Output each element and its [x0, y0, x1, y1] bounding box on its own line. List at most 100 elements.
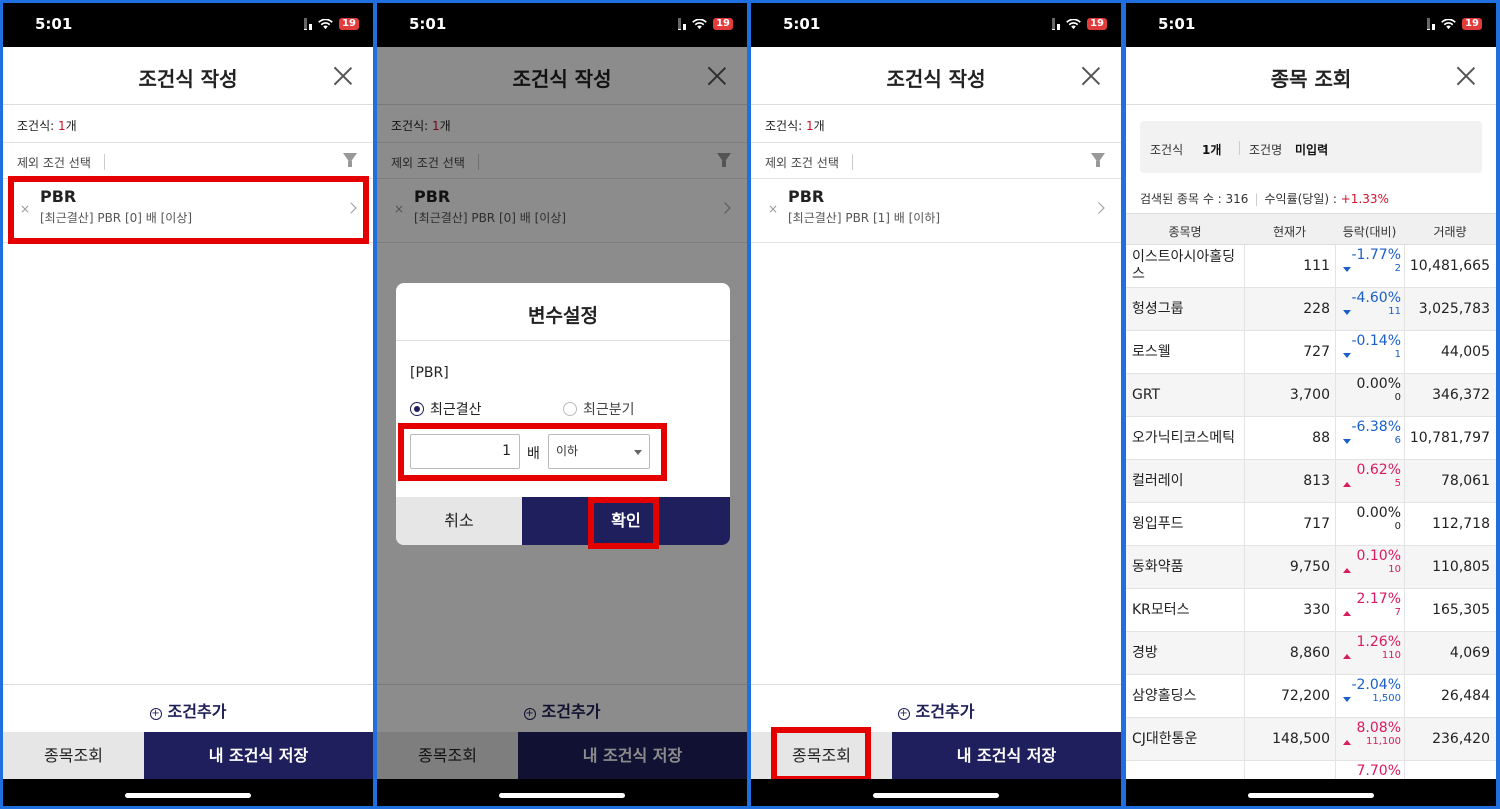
- close-icon[interactable]: [1456, 66, 1476, 86]
- condition-count: 조건식: 1개: [765, 117, 825, 134]
- table-row[interactable]: KR모터스 330 2.17% 7 165,305: [1126, 589, 1496, 632]
- stock-name: 이스트아시아홀딩스: [1132, 249, 1236, 282]
- remove-condition-icon[interactable]: ×: [768, 202, 778, 216]
- table-row[interactable]: 오가닉티코스메틱 88 -6.38% 6 10,781,797: [1126, 417, 1496, 460]
- home-indicator: [1126, 779, 1496, 806]
- column-header-change[interactable]: 등락(대비): [1335, 223, 1404, 240]
- stock-change: 0.10% 10: [1335, 548, 1401, 575]
- change-percent: 1.26%: [1356, 634, 1401, 650]
- table-row[interactable]: 동화약품 9,750 0.10% 10 110,805: [1126, 546, 1496, 589]
- signal-icon: [304, 18, 313, 30]
- column-header-name[interactable]: 종목명: [1126, 223, 1244, 240]
- stock-name: 경방: [1132, 645, 1158, 661]
- change-percent: 8.08%: [1356, 720, 1401, 736]
- status-bar: 5:01 19: [1126, 3, 1496, 47]
- chevron-right-icon: [1093, 202, 1105, 214]
- stock-change: 0.00% 0: [1335, 376, 1401, 403]
- condition-count-value: 1: [57, 119, 66, 133]
- stock-volume: 10,481,665: [1409, 258, 1490, 274]
- stock-change: -2.04% 1,500: [1335, 677, 1401, 704]
- filter-icon[interactable]: [1091, 153, 1105, 167]
- stock-name: GRT: [1132, 387, 1161, 403]
- column-header-price[interactable]: 현재가: [1244, 223, 1335, 240]
- stock-name: 동화약품: [1132, 559, 1184, 575]
- change-percent: 0.00%: [1356, 376, 1401, 392]
- stock-volume: 4,069: [1449, 645, 1490, 661]
- table-row[interactable]: 로스웰 727 -0.14% 1 44,005: [1126, 331, 1496, 374]
- filter-icon[interactable]: [343, 153, 357, 167]
- table-row[interactable]: CJ대한통운 148,500 8.08% 11,100 236,420: [1126, 718, 1496, 761]
- stock-change: 0.62% 5: [1335, 462, 1401, 489]
- up-arrow-icon: [1343, 654, 1351, 659]
- column-header-volume[interactable]: 거래량: [1404, 223, 1496, 240]
- table-row[interactable]: 7.70%: [1126, 761, 1496, 779]
- divider: [3, 142, 373, 143]
- table-row[interactable]: 이스트아시아홀딩스 111 -1.77% 2 10,481,665: [1126, 245, 1496, 288]
- signal-icon: [1427, 18, 1436, 30]
- add-condition-button[interactable]: + 조건추가: [751, 684, 1121, 732]
- down-arrow-icon: [1343, 310, 1351, 315]
- cancel-button[interactable]: 취소: [396, 497, 522, 545]
- stock-change: 0.00% 0: [1335, 505, 1401, 532]
- stock-price: 727: [1303, 344, 1330, 360]
- table-row[interactable]: 경방 8,860 1.26% 110 4,069: [1126, 632, 1496, 675]
- phone-screen-4: 5:01 19 종목 조회 조건식 1개 조건명 미입력 검색된 종목 수 : …: [1126, 3, 1496, 806]
- close-icon[interactable]: [333, 66, 353, 86]
- divider: [1239, 141, 1240, 155]
- condition-count-value: 1: [805, 119, 814, 133]
- condition-description: [최근결산] PBR [1] 배 [이하]: [788, 211, 941, 225]
- stock-price: 813: [1303, 473, 1330, 489]
- phone-screen-3: 5:01 19 조건식 작성 조건식: 1개 제외 조건 선택 × PBR [최…: [751, 3, 1121, 806]
- change-amount: 0: [1394, 392, 1401, 403]
- stock-change: -4.60% 11: [1335, 290, 1401, 317]
- close-icon[interactable]: [1081, 66, 1101, 86]
- down-arrow-icon: [1343, 267, 1351, 272]
- change-amount: 2: [1335, 263, 1401, 274]
- change-percent: 0.00%: [1356, 505, 1401, 521]
- change-percent: -2.04%: [1351, 677, 1401, 693]
- exclude-condition-button[interactable]: 제외 조건 선택: [765, 154, 839, 171]
- condition-count: 조건식: 1개: [17, 117, 77, 134]
- save-condition-button[interactable]: 내 조건식 저장: [144, 732, 373, 779]
- stock-price: 3,700: [1289, 387, 1330, 403]
- radio-recent-settlement[interactable]: 최근결산: [410, 399, 482, 419]
- highlight-box: [398, 423, 667, 481]
- stock-name: 로스웰: [1132, 344, 1171, 360]
- screenshot-canvas: 5:01 19 조건식 작성 조건식: 1개 제외 조건 선택 × PBR [최…: [0, 0, 1500, 809]
- radio-selected-icon: [410, 402, 424, 416]
- bottom-buttons: 종목조회 내 조건식 저장: [3, 732, 373, 779]
- page-title: 조건식 작성: [886, 67, 986, 91]
- condition-item-pbr[interactable]: × PBR [최근결산] PBR [1] 배 [이하]: [751, 179, 1121, 243]
- stock-search-button[interactable]: 종목조회: [3, 732, 144, 779]
- save-condition-button[interactable]: 내 조건식 저장: [892, 732, 1121, 779]
- stock-name: KR모터스: [1132, 602, 1190, 618]
- table-row[interactable]: 삼양홀딩스 72,200 -2.04% 1,500 26,484: [1126, 675, 1496, 718]
- table-row[interactable]: 헝셩그룹 228 -4.60% 11 3,025,783: [1126, 288, 1496, 331]
- table-row[interactable]: 윙입푸드 717 0.00% 0 112,718: [1126, 503, 1496, 546]
- summary-condition-value: 1개: [1202, 143, 1222, 157]
- change-percent: 2.17%: [1356, 591, 1401, 607]
- add-condition-button[interactable]: + 조건추가: [3, 684, 373, 732]
- status-time: 5:01: [1158, 15, 1196, 33]
- exclude-condition-button[interactable]: 제외 조건 선택: [17, 154, 91, 171]
- wifi-icon: [318, 18, 333, 29]
- dialog-title: 변수설정: [528, 305, 598, 327]
- stock-volume: 110,805: [1432, 559, 1490, 575]
- stock-change: 8.08% 11,100: [1335, 720, 1401, 747]
- home-indicator: [377, 779, 747, 806]
- stock-change: 7.70%: [1335, 763, 1401, 779]
- stock-name: 삼양홀딩스: [1132, 688, 1197, 704]
- phone-screen-1: 5:01 19 조건식 작성 조건식: 1개 제외 조건 선택 × PBR [최…: [3, 3, 373, 806]
- summary-name-label: 조건명: [1249, 143, 1283, 157]
- battery-icon: 19: [1462, 18, 1482, 30]
- table-row[interactable]: GRT 3,700 0.00% 0 346,372: [1126, 374, 1496, 417]
- radio-recent-quarter[interactable]: 최근분기: [563, 399, 635, 419]
- table-row[interactable]: 컬러레이 813 0.62% 5 78,061: [1126, 460, 1496, 503]
- stock-volume: 346,372: [1432, 387, 1490, 403]
- stock-change: -0.14% 1: [1335, 333, 1401, 360]
- status-bar: 5:01 19: [751, 3, 1121, 47]
- summary-name-value: 미입력: [1295, 143, 1329, 157]
- home-indicator: [751, 779, 1121, 806]
- page-title: 조건식 작성: [138, 67, 238, 91]
- stock-price: 88: [1312, 430, 1330, 446]
